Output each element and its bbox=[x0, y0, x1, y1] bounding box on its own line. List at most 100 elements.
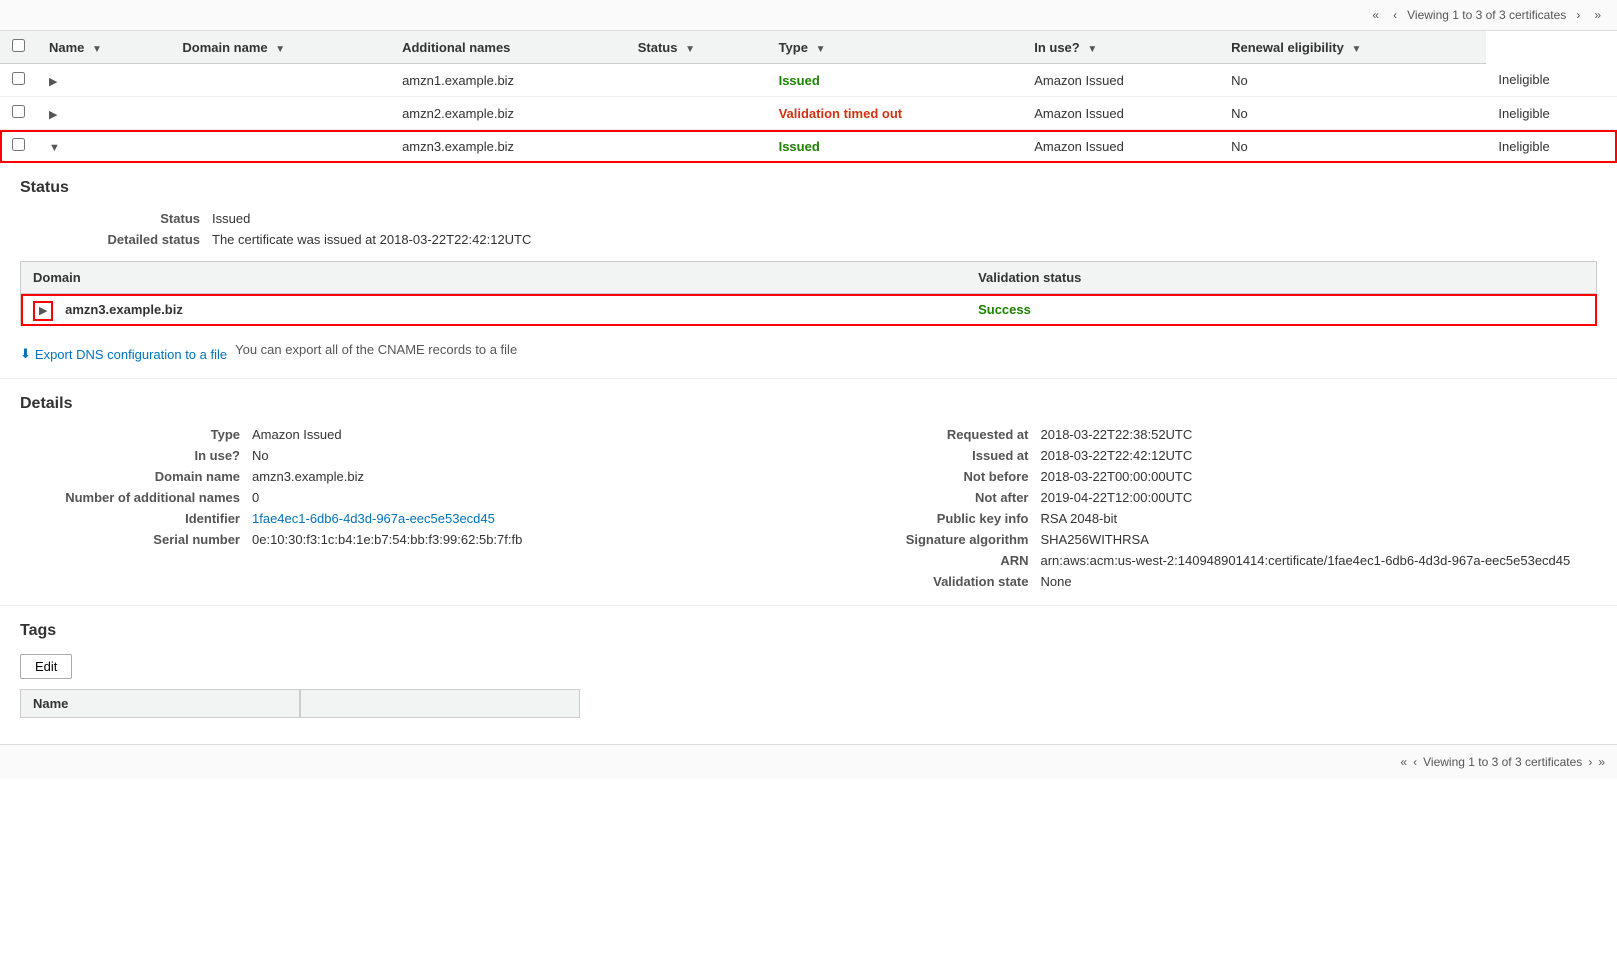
row-expand-cell: ▶ bbox=[37, 97, 170, 130]
pagination-text-bottom: Viewing 1 to 3 of 3 certificates bbox=[1423, 755, 1582, 769]
download-icon: ⬇ bbox=[20, 346, 31, 362]
row-2-checkbox[interactable] bbox=[12, 138, 25, 151]
col-header-name[interactable]: Name ▼ bbox=[37, 31, 170, 64]
status-grid: Status Issued Detailed status The certif… bbox=[20, 211, 1597, 247]
table-row[interactable]: ▶amzn2.example.bizValidation timed outAm… bbox=[0, 97, 1617, 130]
select-all-checkbox[interactable] bbox=[12, 39, 25, 52]
domain-table-row[interactable]: ▶ amzn3.example.biz Success bbox=[21, 294, 1597, 326]
row-renewal-eligibility: Ineligible bbox=[1486, 130, 1617, 163]
row-in-use: No bbox=[1219, 97, 1486, 130]
domain-validation-table: Domain Validation status ▶ amzn3.example… bbox=[20, 261, 1597, 326]
export-row: ⬇ Export DNS configuration to a file You… bbox=[20, 336, 1597, 362]
name-sort-icon: ▼ bbox=[92, 44, 102, 55]
row-domain-name: amzn1.example.biz bbox=[390, 64, 626, 97]
signature-value: SHA256WITHRSA bbox=[1041, 532, 1598, 547]
select-all-checkbox-col bbox=[0, 31, 37, 64]
row-domain-name: amzn2.example.biz bbox=[390, 97, 626, 130]
requested-at-label: Requested at bbox=[809, 427, 1029, 442]
edit-tags-button[interactable]: Edit bbox=[20, 654, 72, 679]
row-additional-names bbox=[626, 97, 767, 130]
bottom-pagination: « ‹ Viewing 1 to 3 of 3 certificates › » bbox=[0, 744, 1617, 779]
next-page-btn-bottom[interactable]: › bbox=[1588, 755, 1592, 769]
prev-page-btn-top[interactable]: ‹ bbox=[1389, 6, 1401, 24]
status-value: Issued bbox=[212, 211, 1597, 226]
type-value: Amazon Issued bbox=[252, 427, 809, 442]
top-pagination: « ‹ Viewing 1 to 3 of 3 certificates › » bbox=[0, 0, 1617, 31]
renewal-sort-icon: ▼ bbox=[1351, 44, 1361, 55]
row-0-checkbox[interactable] bbox=[12, 72, 25, 85]
identifier-label: Identifier bbox=[20, 511, 240, 526]
row-additional-names bbox=[626, 130, 767, 163]
tags-section: Tags Edit Name bbox=[0, 606, 1617, 734]
certificates-table: Name ▼ Domain name ▼ Additional names St… bbox=[0, 31, 1617, 163]
details-grid: Type Amazon Issued In use? No Domain nam… bbox=[20, 427, 1597, 589]
row-in-use: No bbox=[1219, 130, 1486, 163]
details-left-col: Type Amazon Issued In use? No Domain nam… bbox=[20, 427, 809, 589]
row-checkbox-cell bbox=[0, 130, 37, 163]
row-expand-cell: ▶ bbox=[37, 64, 170, 97]
last-page-btn-bottom[interactable]: » bbox=[1598, 755, 1605, 769]
validation-state-label: Validation state bbox=[809, 574, 1029, 589]
in-use-value: No bbox=[252, 448, 809, 463]
next-page-btn-top[interactable]: › bbox=[1572, 6, 1584, 24]
domain-expand-icon[interactable]: ▶ bbox=[33, 301, 53, 321]
row-expand-icon[interactable]: ▶ bbox=[49, 76, 57, 88]
not-after-value: 2019-04-22T12:00:00UTC bbox=[1041, 490, 1598, 505]
domain-expand-cell: ▶ amzn3.example.biz bbox=[21, 294, 967, 326]
row-checkbox-cell bbox=[0, 97, 37, 130]
col-header-domain-name[interactable]: Domain name ▼ bbox=[170, 31, 390, 64]
col-header-additional-names: Additional names bbox=[390, 31, 626, 64]
row-status: Issued bbox=[767, 64, 1023, 97]
row-additional-names bbox=[626, 64, 767, 97]
domain-value: amzn3.example.biz bbox=[65, 302, 183, 317]
domain-col-header: Domain bbox=[21, 262, 967, 294]
validation-status-value: Success bbox=[966, 294, 1596, 326]
row-name-cell bbox=[170, 64, 390, 97]
serial-label: Serial number bbox=[20, 532, 240, 547]
table-row[interactable]: ▼amzn3.example.bizIssuedAmazon IssuedNoI… bbox=[0, 130, 1617, 163]
last-page-btn-top[interactable]: » bbox=[1590, 6, 1605, 24]
details-section-title: Details bbox=[20, 395, 1597, 413]
row-type: Amazon Issued bbox=[1022, 97, 1219, 130]
pagination-text-top: Viewing 1 to 3 of 3 certificates bbox=[1407, 8, 1566, 22]
in-use-sort-icon: ▼ bbox=[1087, 44, 1097, 55]
not-before-value: 2018-03-22T00:00:00UTC bbox=[1041, 469, 1598, 484]
type-sort-icon: ▼ bbox=[816, 44, 826, 55]
row-1-checkbox[interactable] bbox=[12, 105, 25, 118]
prev-page-btn-bottom[interactable]: ‹ bbox=[1413, 755, 1417, 769]
validation-state-value: None bbox=[1041, 574, 1598, 589]
arn-label: ARN bbox=[809, 553, 1029, 568]
serial-value: 0e:10:30:f3:1c:b4:1e:b7:54:bb:f3:99:62:5… bbox=[252, 532, 809, 547]
row-expand-icon[interactable]: ▶ bbox=[49, 109, 57, 121]
status-label: Status bbox=[20, 211, 200, 226]
row-name-cell bbox=[170, 97, 390, 130]
tag-value-header bbox=[300, 689, 580, 718]
row-renewal-eligibility: Ineligible bbox=[1486, 97, 1617, 130]
table-row[interactable]: ▶amzn1.example.bizIssuedAmazon IssuedNoI… bbox=[0, 64, 1617, 97]
export-note: You can export all of the CNAME records … bbox=[235, 342, 517, 357]
row-type: Amazon Issued bbox=[1022, 64, 1219, 97]
validation-col-header: Validation status bbox=[966, 262, 1596, 294]
first-page-btn-top[interactable]: « bbox=[1368, 6, 1383, 24]
col-header-in-use[interactable]: In use? ▼ bbox=[1022, 31, 1219, 64]
issued-at-value: 2018-03-22T22:42:12UTC bbox=[1041, 448, 1598, 463]
issued-at-label: Issued at bbox=[809, 448, 1029, 463]
export-dns-link[interactable]: ⬇ Export DNS configuration to a file bbox=[20, 346, 227, 362]
row-expand-icon[interactable]: ▼ bbox=[49, 142, 60, 154]
status-section: Status Status Issued Detailed status The… bbox=[0, 163, 1617, 379]
details-right-col: Requested at 2018-03-22T22:38:52UTC Issu… bbox=[809, 427, 1598, 589]
col-header-status[interactable]: Status ▼ bbox=[626, 31, 767, 64]
additional-names-label: Number of additional names bbox=[20, 490, 240, 505]
identifier-value[interactable]: 1fae4ec1-6db6-4d3d-967a-eec5e53ecd45 bbox=[252, 511, 809, 526]
col-header-type[interactable]: Type ▼ bbox=[767, 31, 1023, 64]
tags-section-title: Tags bbox=[20, 622, 1597, 640]
in-use-label: In use? bbox=[20, 448, 240, 463]
domain-table-header: Domain Validation status bbox=[21, 262, 1597, 294]
col-header-renewal[interactable]: Renewal eligibility ▼ bbox=[1219, 31, 1486, 64]
status-sort-icon: ▼ bbox=[685, 44, 695, 55]
public-key-label: Public key info bbox=[809, 511, 1029, 526]
not-after-label: Not after bbox=[809, 490, 1029, 505]
first-page-btn-bottom[interactable]: « bbox=[1400, 755, 1407, 769]
row-expand-cell: ▼ bbox=[37, 130, 170, 163]
public-key-value: RSA 2048-bit bbox=[1041, 511, 1598, 526]
